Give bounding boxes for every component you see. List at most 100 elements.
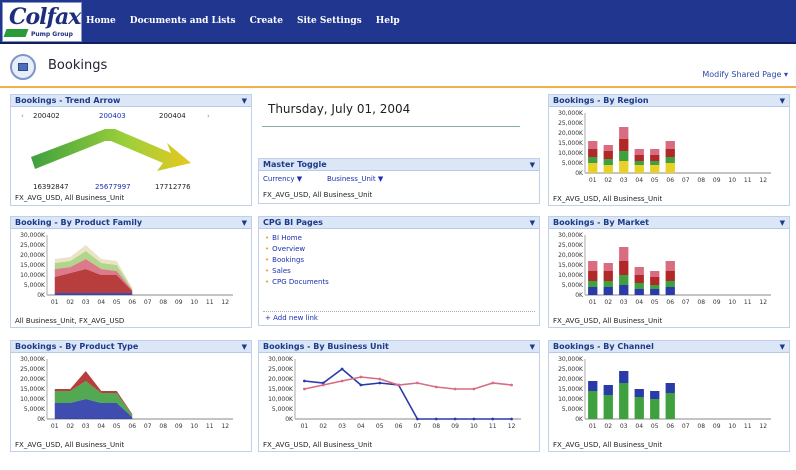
bar-segment: [650, 155, 660, 161]
panel-menu-icon[interactable]: ▼: [530, 343, 535, 351]
panel-menu-icon[interactable]: ▼: [530, 219, 535, 227]
x-tick-label: 02: [66, 299, 74, 306]
currency-label: Currency: [263, 175, 295, 183]
x-tick-label: 09: [713, 423, 721, 430]
panel-caption: FX_AVG_USD, All Business_Unit: [263, 191, 373, 199]
x-tick-label: 09: [713, 299, 721, 306]
x-tick-label: 10: [190, 299, 198, 306]
product-family-area-chart: 30,000K 25,000K 20,000K 15,000K 10,000K 5,000…: [20, 232, 233, 306]
logo-text: Colfax: [9, 4, 81, 30]
modify-shared-page-link[interactable]: Modify Shared Page ▾: [702, 70, 788, 79]
x-tick-label: 04: [97, 299, 105, 306]
x-tick-label: 10: [728, 177, 736, 184]
bar-segment: [665, 157, 675, 163]
bar-segment: [588, 149, 598, 157]
y-tick-label: 0K: [575, 170, 584, 177]
x-tick-label: 10: [728, 423, 736, 430]
line-point: [453, 387, 457, 391]
panel-menu-icon[interactable]: ▼: [530, 161, 535, 169]
panel-menu-icon[interactable]: ▼: [780, 97, 785, 105]
line-point: [453, 417, 457, 421]
panel-caption: FX_AVG_USD, All Business_Unit: [263, 441, 373, 449]
colfax-logo[interactable]: Colfax Pump Group: [2, 2, 82, 42]
bar-segment: [634, 289, 644, 295]
bookings-by-business-unit-panel: Bookings - By Business Unit ▼ 30,000K 25,0…: [258, 340, 540, 452]
link-bookings[interactable]: Bookings: [265, 256, 533, 264]
panel-caption: All Business_Unit, FX_AVG_USD: [15, 317, 125, 325]
bookings-by-product-family-panel: Booking - By Product Family ▼ 30,000K 25,0…: [10, 216, 252, 328]
x-tick-label: 08: [697, 177, 705, 184]
y-tick-label: 5,000K: [562, 282, 584, 289]
panel-header: CPG BI Pages ▼: [259, 217, 539, 229]
bar-segment: [603, 271, 613, 281]
y-tick-label: 20,000K: [268, 376, 294, 383]
link-sales[interactable]: Sales: [265, 267, 533, 275]
bar-segment: [634, 275, 644, 283]
x-tick-label: 03: [82, 299, 90, 306]
line-point: [472, 387, 476, 391]
nav-site-settings[interactable]: Site Settings: [297, 16, 362, 26]
trend-period-2[interactable]: 200403: [99, 112, 126, 120]
y-tick-label: 15,000K: [558, 140, 584, 147]
x-tick-label: 03: [338, 423, 346, 430]
nav-help[interactable]: Help: [376, 16, 400, 26]
line-point: [321, 383, 325, 387]
bar-segment: [619, 261, 629, 275]
y-tick-label: 15,000K: [558, 262, 584, 269]
x-tick-label: 07: [144, 423, 152, 430]
x-tick-label: 07: [682, 177, 690, 184]
bar-segment: [619, 371, 629, 383]
x-tick-label: 04: [635, 177, 643, 184]
y-tick-label: 30,000K: [558, 110, 584, 117]
y-tick-label: 30,000K: [558, 232, 584, 239]
panel-title: Booking - By Product Family: [15, 218, 143, 227]
bar-segment: [619, 139, 629, 151]
x-tick-label: 01: [589, 299, 597, 306]
bar-segment: [634, 161, 644, 165]
nav-home[interactable]: Home: [86, 16, 116, 26]
trend-left-arrow[interactable]: ‹: [21, 112, 24, 120]
currency-toggle[interactable]: Currency ▼: [263, 175, 302, 183]
panel-menu-icon[interactable]: ▼: [242, 343, 247, 351]
panel-menu-icon[interactable]: ▼: [242, 219, 247, 227]
y-tick-label: 10,000K: [558, 272, 584, 279]
panel-menu-icon[interactable]: ▼: [242, 97, 247, 105]
link-overview[interactable]: Overview: [265, 245, 533, 253]
line-point: [340, 379, 344, 383]
x-tick-label: 11: [744, 299, 752, 306]
panel-title: Bookings - By Market: [553, 218, 649, 227]
nav-documents[interactable]: Documents and Lists: [130, 16, 236, 26]
x-tick-label: 06: [666, 423, 674, 430]
line-point: [303, 379, 306, 383]
business-unit-toggle[interactable]: Business_Unit ▼: [327, 175, 383, 183]
add-new-link[interactable]: + Add new link: [265, 314, 318, 322]
bar-segment: [665, 141, 675, 149]
trend-right-arrow[interactable]: ›: [207, 112, 210, 120]
x-tick-label: 03: [82, 423, 90, 430]
add-new-link-label: Add new link: [273, 314, 318, 322]
line-point: [510, 417, 513, 421]
y-tick-label: 25,000K: [20, 242, 46, 249]
y-tick-label: 20,000K: [20, 376, 46, 383]
panel-header: Bookings - By Product Type ▼: [11, 341, 251, 353]
bookings-by-region-panel: Bookings - By Region ▼ 30,000K 25,000K 20,0…: [548, 94, 790, 206]
bar-segment: [588, 261, 598, 271]
bookings-by-product-type-panel: Bookings - By Product Type ▼ 30,000K 25,00…: [10, 340, 252, 452]
bar-segment: [665, 281, 675, 287]
panel-menu-icon[interactable]: ▼: [780, 219, 785, 227]
x-tick-label: 11: [744, 177, 752, 184]
panel-header: Bookings - Trend Arrow ▼: [11, 95, 251, 107]
link-cpg-documents[interactable]: CPG Documents: [265, 278, 533, 286]
panel-menu-icon[interactable]: ▼: [780, 343, 785, 351]
y-tick-label: 10,000K: [20, 272, 46, 279]
x-tick-label: 07: [414, 423, 422, 430]
y-tick-label: 5,000K: [562, 406, 584, 413]
bar-segment: [619, 161, 629, 173]
panel-header: Bookings - By Channel ▼: [549, 341, 789, 353]
panel-caption: FX_AVG_USD, All Business_Unit: [15, 441, 125, 449]
y-tick-label: 30,000K: [268, 356, 294, 363]
y-tick-label: 20,000K: [558, 130, 584, 137]
nav-create[interactable]: Create: [250, 16, 283, 26]
link-bi-home[interactable]: BI Home: [265, 234, 533, 242]
line-point: [491, 417, 495, 421]
